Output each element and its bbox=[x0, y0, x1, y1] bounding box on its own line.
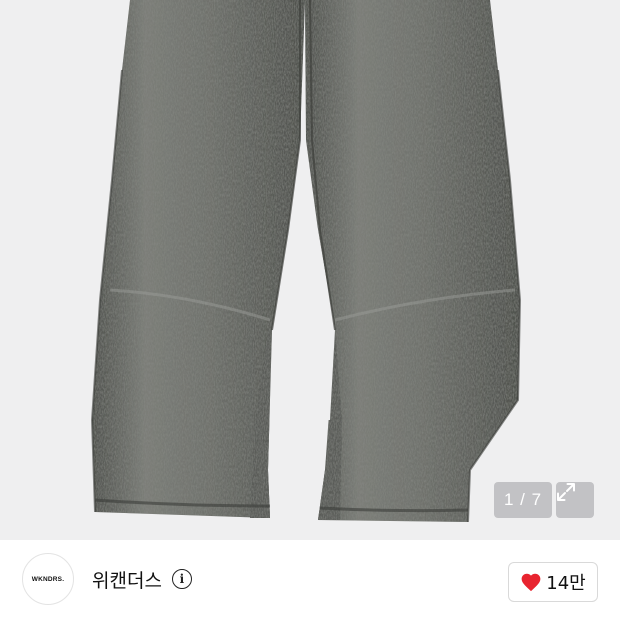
info-icon[interactable]: i bbox=[171, 569, 192, 589]
brand-name: 위캔더스 bbox=[92, 569, 162, 592]
product-detail-screen: 1 / 7 WKNDRS. 위캔더스 i 14만 bbox=[0, 0, 620, 620]
product-image-jeans bbox=[90, 0, 522, 523]
image-page-counter: 1 / 7 bbox=[494, 482, 552, 518]
brand-logo[interactable]: WKNDRS. bbox=[22, 553, 74, 605]
expand-image-button[interactable] bbox=[556, 482, 594, 518]
jeans-left-leg bbox=[92, 0, 305, 518]
like-button[interactable]: 14만 bbox=[508, 562, 598, 602]
brand-name-link[interactable]: 위캔더스 i bbox=[92, 565, 192, 593]
like-count: 14만 bbox=[546, 573, 586, 594]
heart-icon bbox=[521, 573, 541, 592]
expand-arrows-icon bbox=[557, 483, 575, 501]
product-image-gallery[interactable]: 1 / 7 bbox=[0, 0, 620, 540]
brand-logo-text: WKNDRS. bbox=[31, 575, 65, 583]
